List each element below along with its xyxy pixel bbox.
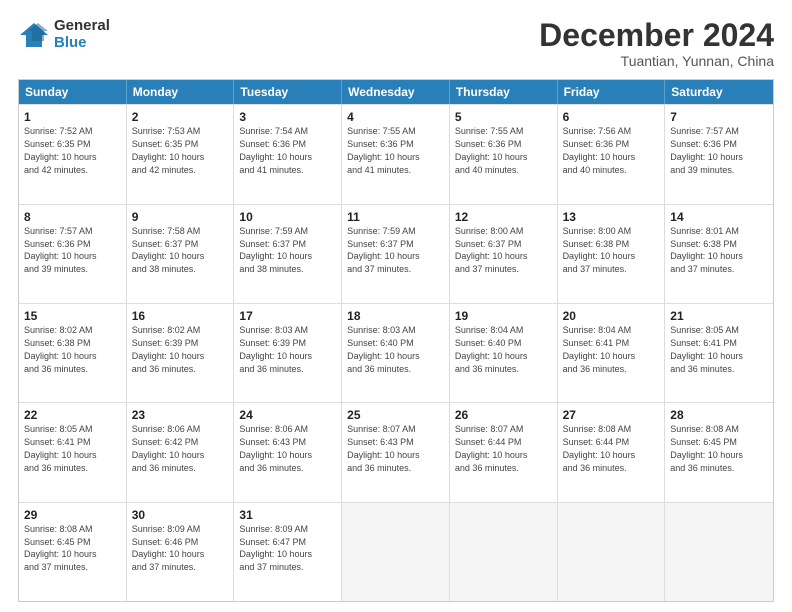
- day-4: 4 Sunrise: 7:55 AMSunset: 6:36 PMDayligh…: [342, 105, 450, 203]
- day-29: 29 Sunrise: 8:08 AMSunset: 6:45 PMDaylig…: [19, 503, 127, 601]
- day-5: 5 Sunrise: 7:55 AMSunset: 6:36 PMDayligh…: [450, 105, 558, 203]
- day-27: 27 Sunrise: 8:08 AMSunset: 6:44 PMDaylig…: [558, 403, 666, 501]
- title-block: December 2024 Tuantian, Yunnan, China: [539, 18, 774, 69]
- logo: General Blue: [18, 18, 110, 51]
- calendar: Sunday Monday Tuesday Wednesday Thursday…: [18, 79, 774, 602]
- calendar-body: 1 Sunrise: 7:52 AMSunset: 6:35 PMDayligh…: [19, 104, 773, 601]
- day-8: 8 Sunrise: 7:57 AMSunset: 6:36 PMDayligh…: [19, 205, 127, 303]
- header: General Blue December 2024 Tuantian, Yun…: [18, 18, 774, 69]
- day-23: 23 Sunrise: 8:06 AMSunset: 6:42 PMDaylig…: [127, 403, 235, 501]
- day-9: 9 Sunrise: 7:58 AMSunset: 6:37 PMDayligh…: [127, 205, 235, 303]
- day-18: 18 Sunrise: 8:03 AMSunset: 6:40 PMDaylig…: [342, 304, 450, 402]
- day-12: 12 Sunrise: 8:00 AMSunset: 6:37 PMDaylig…: [450, 205, 558, 303]
- day-25: 25 Sunrise: 8:07 AMSunset: 6:43 PMDaylig…: [342, 403, 450, 501]
- day-26: 26 Sunrise: 8:07 AMSunset: 6:44 PMDaylig…: [450, 403, 558, 501]
- day-15: 15 Sunrise: 8:02 AMSunset: 6:38 PMDaylig…: [19, 304, 127, 402]
- page: General Blue December 2024 Tuantian, Yun…: [0, 0, 792, 612]
- header-friday: Friday: [558, 80, 666, 104]
- day-16: 16 Sunrise: 8:02 AMSunset: 6:39 PMDaylig…: [127, 304, 235, 402]
- empty-cell-3: [558, 503, 666, 601]
- day-3: 3 Sunrise: 7:54 AMSunset: 6:36 PMDayligh…: [234, 105, 342, 203]
- day-1: 1 Sunrise: 7:52 AMSunset: 6:35 PMDayligh…: [19, 105, 127, 203]
- week-row-5: 29 Sunrise: 8:08 AMSunset: 6:45 PMDaylig…: [19, 502, 773, 601]
- day-10: 10 Sunrise: 7:59 AMSunset: 6:37 PMDaylig…: [234, 205, 342, 303]
- day-6: 6 Sunrise: 7:56 AMSunset: 6:36 PMDayligh…: [558, 105, 666, 203]
- calendar-header: Sunday Monday Tuesday Wednesday Thursday…: [19, 80, 773, 104]
- empty-cell-1: [342, 503, 450, 601]
- day-31: 31 Sunrise: 8:09 AMSunset: 6:47 PMDaylig…: [234, 503, 342, 601]
- day-28: 28 Sunrise: 8:08 AMSunset: 6:45 PMDaylig…: [665, 403, 773, 501]
- empty-cell-4: [665, 503, 773, 601]
- day-30: 30 Sunrise: 8:09 AMSunset: 6:46 PMDaylig…: [127, 503, 235, 601]
- day-13: 13 Sunrise: 8:00 AMSunset: 6:38 PMDaylig…: [558, 205, 666, 303]
- day-2: 2 Sunrise: 7:53 AMSunset: 6:35 PMDayligh…: [127, 105, 235, 203]
- day-14: 14 Sunrise: 8:01 AMSunset: 6:38 PMDaylig…: [665, 205, 773, 303]
- week-row-1: 1 Sunrise: 7:52 AMSunset: 6:35 PMDayligh…: [19, 104, 773, 203]
- header-sunday: Sunday: [19, 80, 127, 104]
- day-22: 22 Sunrise: 8:05 AMSunset: 6:41 PMDaylig…: [19, 403, 127, 501]
- week-row-3: 15 Sunrise: 8:02 AMSunset: 6:38 PMDaylig…: [19, 303, 773, 402]
- day-19: 19 Sunrise: 8:04 AMSunset: 6:40 PMDaylig…: [450, 304, 558, 402]
- empty-cell-2: [450, 503, 558, 601]
- day-17: 17 Sunrise: 8:03 AMSunset: 6:39 PMDaylig…: [234, 304, 342, 402]
- header-monday: Monday: [127, 80, 235, 104]
- logo-icon: [18, 21, 50, 49]
- week-row-2: 8 Sunrise: 7:57 AMSunset: 6:36 PMDayligh…: [19, 204, 773, 303]
- logo-text: General Blue: [54, 18, 110, 51]
- logo-blue: Blue: [54, 35, 110, 52]
- header-thursday: Thursday: [450, 80, 558, 104]
- logo-general: General: [54, 18, 110, 35]
- header-saturday: Saturday: [665, 80, 773, 104]
- day-11: 11 Sunrise: 7:59 AMSunset: 6:37 PMDaylig…: [342, 205, 450, 303]
- day-24: 24 Sunrise: 8:06 AMSunset: 6:43 PMDaylig…: [234, 403, 342, 501]
- main-title: December 2024: [539, 18, 774, 53]
- day-7: 7 Sunrise: 7:57 AMSunset: 6:36 PMDayligh…: [665, 105, 773, 203]
- day-21: 21 Sunrise: 8:05 AMSunset: 6:41 PMDaylig…: [665, 304, 773, 402]
- header-tuesday: Tuesday: [234, 80, 342, 104]
- week-row-4: 22 Sunrise: 8:05 AMSunset: 6:41 PMDaylig…: [19, 402, 773, 501]
- subtitle: Tuantian, Yunnan, China: [539, 53, 774, 69]
- day-20: 20 Sunrise: 8:04 AMSunset: 6:41 PMDaylig…: [558, 304, 666, 402]
- header-wednesday: Wednesday: [342, 80, 450, 104]
